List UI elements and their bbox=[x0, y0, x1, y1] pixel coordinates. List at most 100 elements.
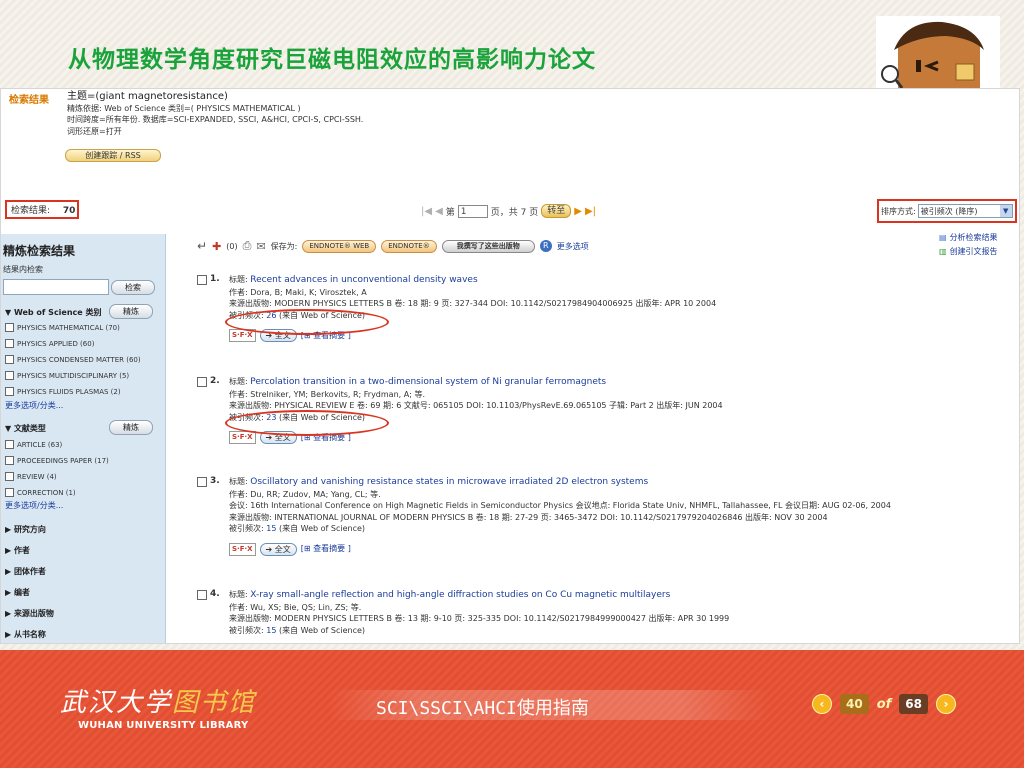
record-authors: 作者: Wu, XS; Bie, QS; Lin, ZS; 等. bbox=[229, 602, 362, 612]
refine-wos-button[interactable]: 精炼 bbox=[109, 304, 153, 319]
search-within-input[interactable] bbox=[3, 279, 109, 295]
researcherid-icon[interactable]: R bbox=[539, 240, 552, 252]
facet-research-area[interactable]: ▶ 研究方向 bbox=[5, 524, 46, 535]
doc-item[interactable]: PROCEEDINGS PAPER (17) bbox=[5, 456, 109, 465]
email-icon[interactable]: ✉ bbox=[256, 240, 265, 253]
results-count-label: 检索结果: bbox=[11, 206, 51, 216]
record-checkbox[interactable] bbox=[197, 589, 207, 600]
pager: |◀ ◀ 第 1 页，共 7 页 转至 ▶ ▶| bbox=[421, 204, 596, 218]
prev-slide-icon[interactable]: ‹ bbox=[812, 694, 832, 714]
facet-series[interactable]: ▶ 从书名称 bbox=[5, 629, 46, 640]
wos-item[interactable]: PHYSICS CONDENSED MATTER (60) bbox=[5, 355, 141, 364]
record-authors: 作者: Dora, B; Maki, K; Virosztek, A bbox=[229, 287, 367, 297]
more-options-link[interactable]: 更多选项/分类... bbox=[5, 400, 63, 411]
query-lemma: 词形还原=打开 bbox=[67, 126, 122, 136]
create-alert-rss-button[interactable]: 创建跟踪 / RSS bbox=[65, 149, 161, 162]
facet-authors[interactable]: ▶ 作者 bbox=[5, 545, 30, 556]
mascot-image bbox=[876, 16, 1000, 98]
more-options-link[interactable]: 更多选项/分类... bbox=[5, 500, 63, 511]
checkbox[interactable] bbox=[5, 440, 14, 449]
doc-item[interactable]: CORRECTION (1) bbox=[5, 488, 76, 497]
wos-item[interactable]: PHYSICS APPLIED (60) bbox=[5, 339, 94, 348]
facet-source[interactable]: ▶ 来源出版物 bbox=[5, 608, 54, 619]
record-title-link[interactable]: Oscillatory and vanishing resistance sta… bbox=[250, 477, 648, 487]
record-title-link[interactable]: X-ray small-angle reflection and high-an… bbox=[250, 590, 670, 600]
record-checkbox[interactable] bbox=[197, 476, 207, 487]
record-number: 2. bbox=[197, 376, 220, 388]
doc-item[interactable]: REVIEW (4) bbox=[5, 472, 57, 481]
title-prefix: 标题: bbox=[229, 377, 248, 386]
highlight-oval bbox=[225, 309, 389, 335]
sort-box: 排序方式: 被引频次 (降序) ▼ bbox=[877, 199, 1017, 223]
sort-value: 被引频次 (降序) bbox=[920, 207, 978, 216]
slide-footer: 武汉大学图书馆 WUHAN UNIVERSITY LIBRARY SCI\SSC… bbox=[0, 650, 1024, 768]
analyze-results-link[interactable]: ▤ 分析检索结果 bbox=[939, 232, 998, 243]
checkbox[interactable] bbox=[5, 339, 14, 348]
my-publications-button[interactable]: 我撰写了这些出版物 bbox=[441, 239, 535, 253]
save-to-label: 保存为: bbox=[270, 241, 298, 251]
record-number: 1. bbox=[197, 274, 220, 286]
cited-count-link[interactable]: 15 bbox=[266, 524, 276, 533]
results-toolbar: ↵ ✚ (0) ⎙ ✉ 保存为: ENDNOTE® WEB ENDNOTE® 我… bbox=[197, 239, 589, 253]
checkbox[interactable] bbox=[5, 371, 14, 380]
last-page-icon[interactable]: ▶| bbox=[585, 206, 596, 217]
checkbox[interactable] bbox=[5, 387, 14, 396]
query-topic: 主题=(giant magnetoresistance) bbox=[67, 91, 228, 102]
sidebar-title: 精炼检索结果 bbox=[3, 244, 76, 258]
query-refine: 精炼依据: Web of Science 类别=( PHYSICS MATHEM… bbox=[67, 103, 301, 113]
of-label: of bbox=[876, 696, 892, 712]
doc-item[interactable]: ARTICLE (63) bbox=[5, 440, 62, 449]
citation-report-link[interactable]: ▥ 创建引文报告 bbox=[939, 246, 998, 257]
check-add-icon[interactable]: ✚ bbox=[212, 240, 221, 253]
page-number-input[interactable]: 1 bbox=[457, 204, 488, 218]
current-slide-number: 40 bbox=[840, 694, 869, 714]
doc-type-head[interactable]: ▼ 文献类型 bbox=[5, 423, 46, 434]
record-checkbox[interactable] bbox=[197, 274, 207, 285]
more-options-link[interactable]: 更多选项 bbox=[557, 241, 589, 252]
library-logo: 武汉大学图书馆 bbox=[60, 688, 257, 718]
search-within-label: 结果内检索 bbox=[3, 265, 43, 274]
record-checkbox[interactable] bbox=[197, 376, 207, 387]
wos-item[interactable]: PHYSICS FLUIDS PLASMAS (2) bbox=[5, 387, 121, 396]
endnote-button[interactable]: ENDNOTE® bbox=[381, 239, 437, 253]
record-number: 3. bbox=[197, 476, 220, 488]
sort-select[interactable]: 被引频次 (降序) ▼ bbox=[917, 204, 1013, 218]
facet-group-authors[interactable]: ▶ 团体作者 bbox=[5, 566, 46, 577]
go-to-page-button[interactable]: 转至 bbox=[541, 204, 572, 218]
checkbox[interactable] bbox=[5, 355, 14, 364]
record-title-link[interactable]: Recent advances in unconventional densit… bbox=[250, 275, 477, 285]
refine-doc-button[interactable]: 精炼 bbox=[109, 420, 153, 435]
refine-sidebar: 精炼检索结果 结果内检索 检索 ▼ Web of Science 类别 精炼 P… bbox=[1, 234, 166, 643]
slide-title: 从物理数学角度研究巨磁电阻效应的高影响力论文 bbox=[68, 47, 596, 73]
endnote-web-button[interactable]: ENDNOTE® WEB bbox=[302, 239, 377, 253]
library-logo-en: WUHAN UNIVERSITY LIBRARY bbox=[78, 720, 249, 731]
highlight-oval bbox=[225, 410, 389, 436]
print-icon[interactable]: ⎙ bbox=[243, 239, 252, 253]
cited-count-link[interactable]: 15 bbox=[266, 626, 276, 635]
footer-title: SCI\SSCI\AHCI使用指南 bbox=[376, 698, 589, 719]
list-icon: ▤ bbox=[939, 233, 947, 242]
title-prefix: 标题: bbox=[229, 590, 248, 599]
record-title-link[interactable]: Percolation transition in a two-dimensio… bbox=[250, 377, 606, 387]
view-abstract-link[interactable]: [⊞ 查看摘要 ] bbox=[301, 543, 351, 555]
fulltext-button[interactable]: ➔ 全文 bbox=[259, 542, 297, 556]
sfx-button[interactable]: S·F·X bbox=[229, 542, 256, 556]
next-page-icon[interactable]: ▶ bbox=[574, 206, 582, 217]
sfx-button[interactable]: S·F·X bbox=[229, 431, 256, 444]
wos-item[interactable]: PHYSICS MULTIDISCIPLINARY (5) bbox=[5, 371, 129, 380]
search-within-button[interactable]: 检索 bbox=[111, 280, 155, 295]
wos-item[interactable]: PHYSICS MATHEMATICAL (70) bbox=[5, 323, 120, 332]
record-number: 4. bbox=[197, 589, 220, 601]
checkbox[interactable] bbox=[5, 323, 14, 332]
facet-editors[interactable]: ▶ 编者 bbox=[5, 587, 30, 598]
prev-page-icon[interactable]: ◀ bbox=[435, 206, 443, 217]
first-page-icon[interactable]: |◀ bbox=[421, 206, 432, 217]
checkbox[interactable] bbox=[5, 472, 14, 481]
wos-category-head[interactable]: ▼ Web of Science 类别 bbox=[5, 307, 102, 318]
checkbox[interactable] bbox=[5, 488, 14, 497]
record-authors: 作者: Strelniker, YM; Berkovits, R; Frydma… bbox=[229, 389, 425, 399]
checkbox[interactable] bbox=[5, 456, 14, 465]
title-prefix: 标题: bbox=[229, 275, 248, 284]
pager-suffix: 页，共 7 页 bbox=[490, 207, 539, 218]
next-slide-icon[interactable]: › bbox=[936, 694, 956, 714]
